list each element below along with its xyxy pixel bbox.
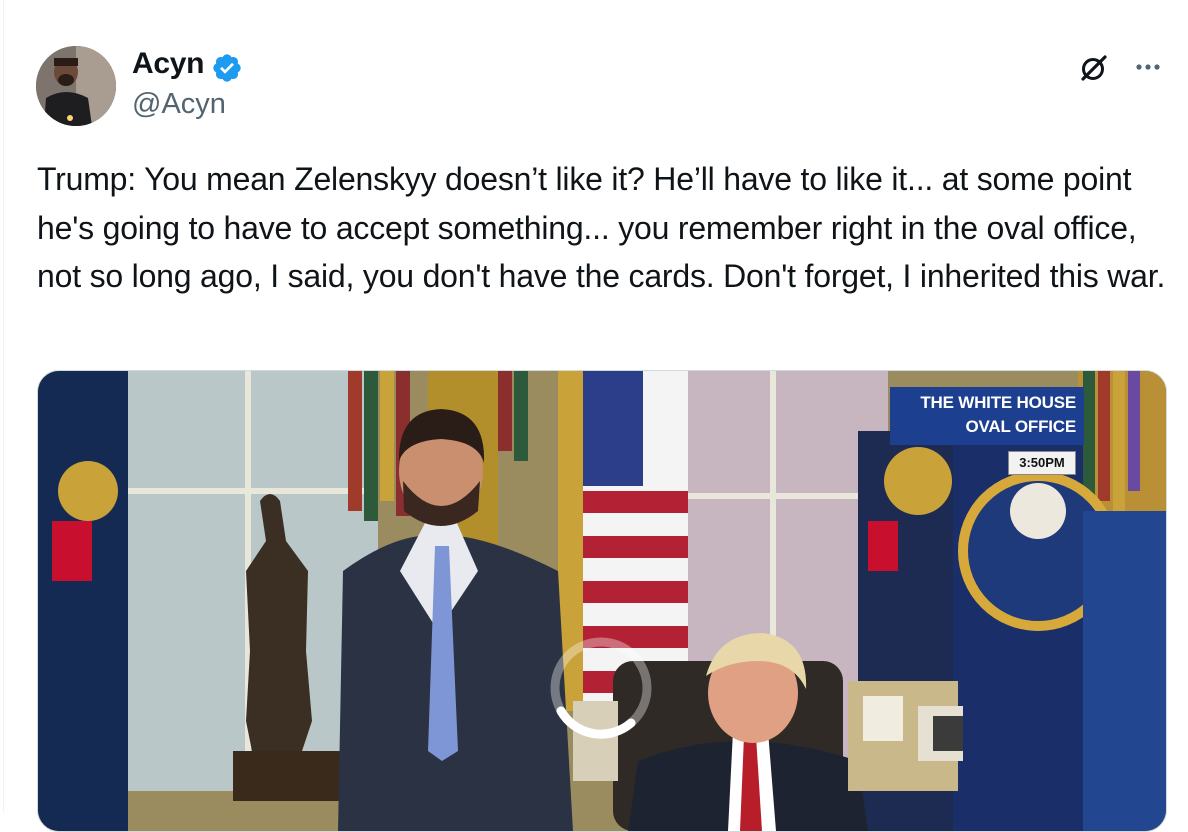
more-options-icon[interactable] [1130,50,1166,86]
author-handle[interactable]: @Acyn [132,88,226,121]
tweet-card[interactable]: Acyn @Acyn Trump: You mean Zelenskyy doe… [0,0,1188,832]
verified-badge-icon [213,54,241,82]
news-chyron: THE WHITE HOUSE OVAL OFFICE [890,387,1084,445]
chyron-time: 3:50PM [1008,451,1076,475]
divider [3,0,4,812]
avatar[interactable] [36,46,116,126]
video-player[interactable]: THE WHITE HOUSE OVAL OFFICE 3:50PM [37,370,1167,832]
grok-icon[interactable] [1076,50,1112,86]
author-display-name[interactable]: Acyn [132,47,204,81]
chyron-line-1: THE WHITE HOUSE [920,393,1076,412]
loading-spinner-icon [550,637,652,739]
tweet-text: Trump: You mean Zelenskyy doesn’t like i… [37,161,1166,294]
chyron-line-2: OVAL OFFICE [965,417,1076,436]
